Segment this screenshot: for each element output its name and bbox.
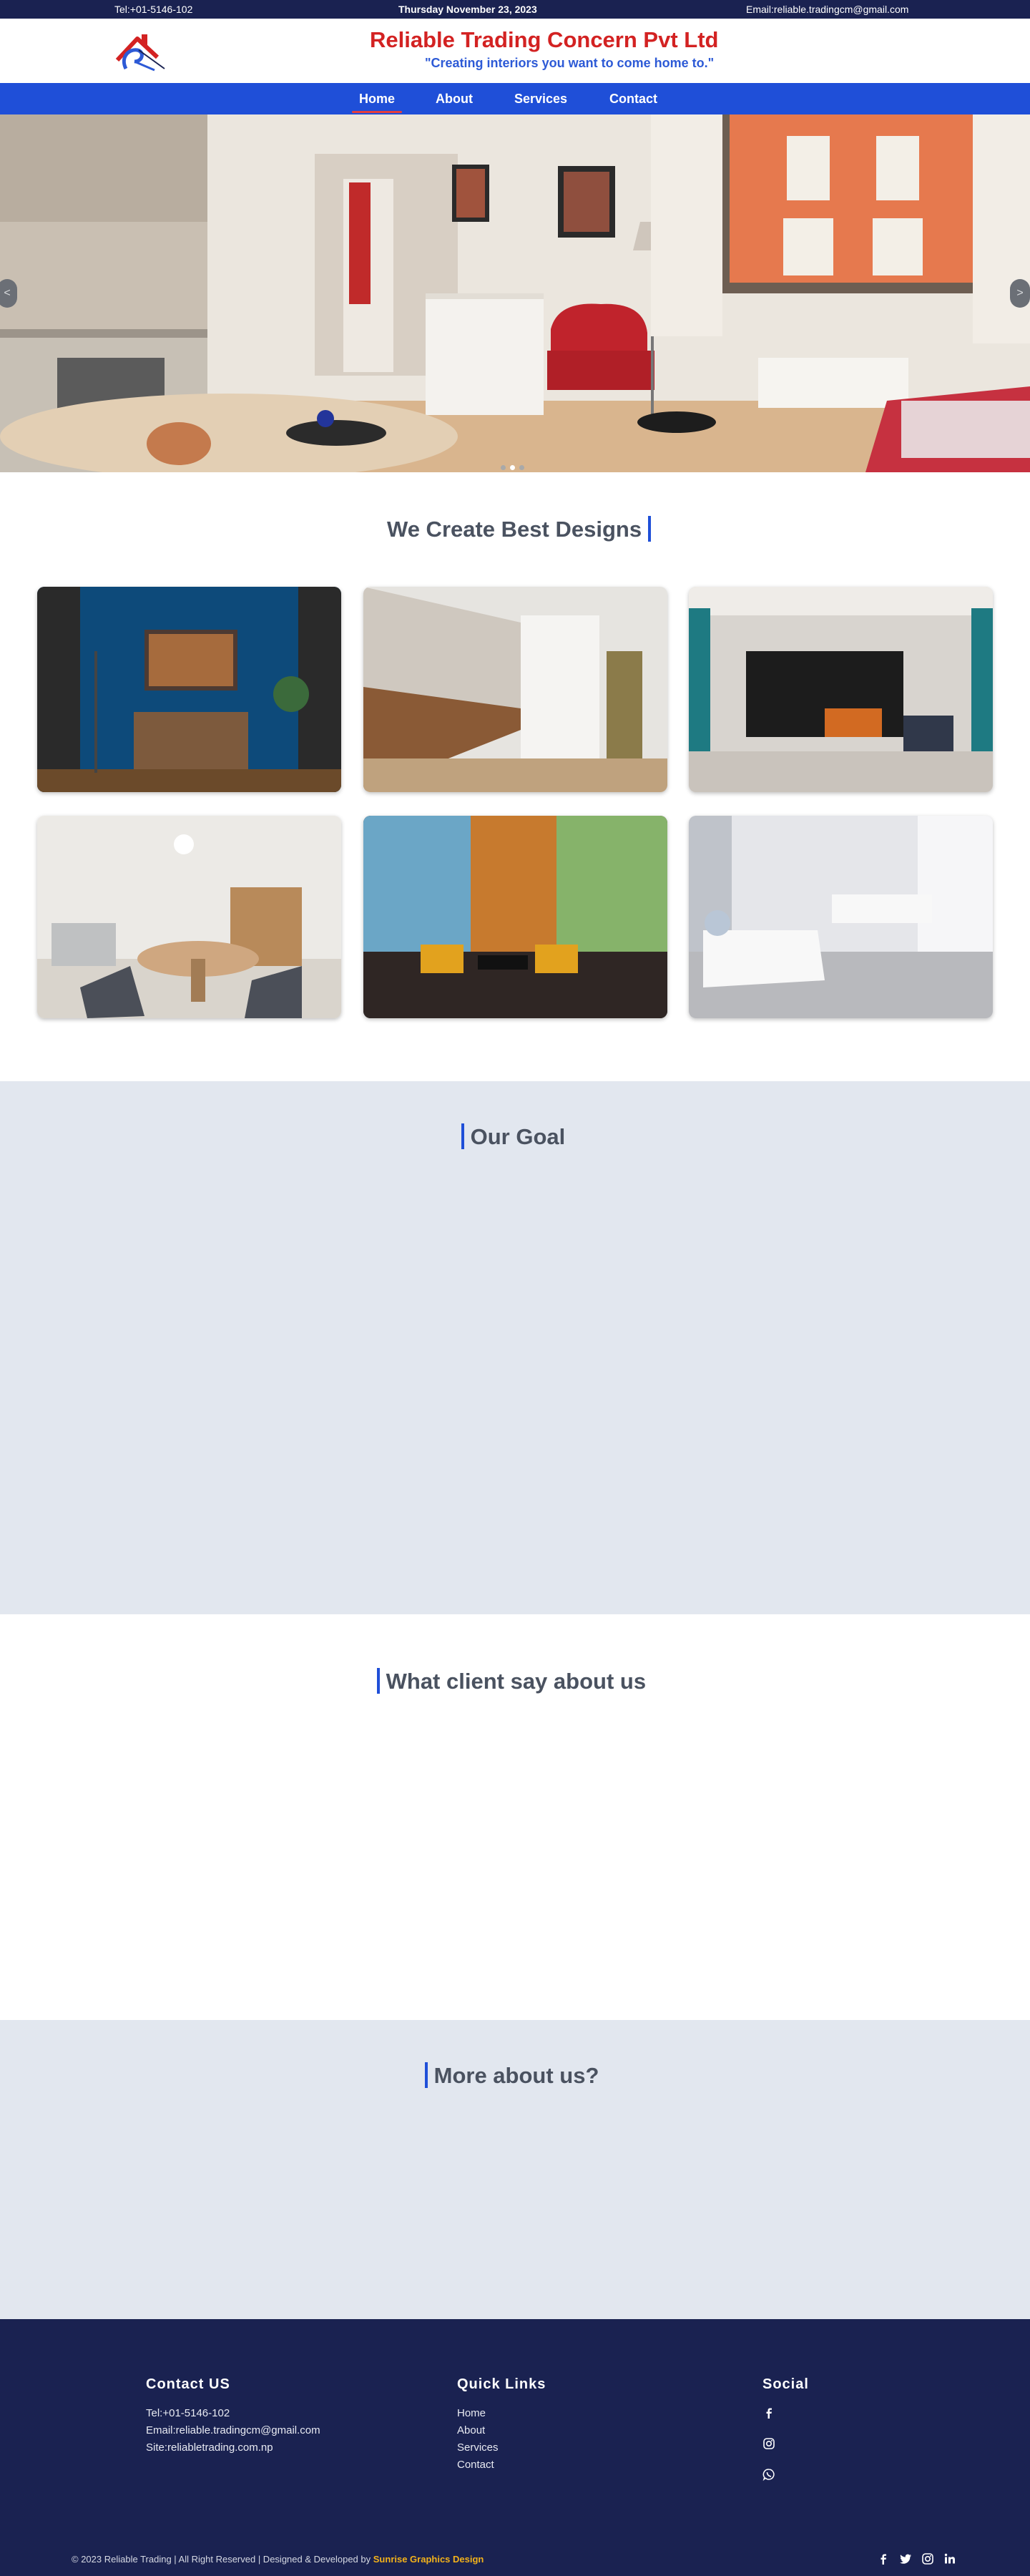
slider-dots	[501, 461, 529, 472]
hero-slide-image	[0, 114, 1030, 472]
footer-link-home[interactable]: Home	[457, 2407, 486, 2419]
copyright-label: © 2023 Reliable Trading | All Right Rese…	[72, 2554, 371, 2565]
heading-accent-bar	[425, 2062, 428, 2088]
footer-link-about[interactable]: About	[457, 2424, 485, 2436]
designs-heading: We Create Best Designs	[387, 515, 651, 542]
footer-link-services[interactable]: Services	[457, 2441, 499, 2454]
slider-prev-button[interactable]: <	[0, 279, 17, 308]
footer-social-heading: Social	[762, 2376, 809, 2392]
design-image	[689, 587, 993, 792]
top-bar: Tel:+01-5146-102 Thursday November 23, 2…	[0, 0, 1030, 19]
facebook-icon[interactable]	[877, 2552, 890, 2565]
goal-section: Our Goal	[0, 1081, 1030, 1614]
heading-accent-bar	[377, 1667, 380, 1694]
slider-dot[interactable]	[519, 465, 524, 470]
slider-next-button[interactable]: >	[1010, 279, 1030, 308]
copyright-text: © 2023 Reliable Trading | All Right Rese…	[72, 2554, 484, 2565]
goal-heading-text: Our Goal	[470, 1124, 566, 1149]
site-title: Reliable Trading Concern Pvt Ltd	[370, 27, 719, 52]
slider-dot-active[interactable]	[510, 465, 515, 470]
design-card[interactable]	[689, 816, 993, 1018]
instagram-icon[interactable]	[762, 2437, 775, 2450]
nav-services[interactable]: Services	[514, 92, 567, 107]
nav-about[interactable]: About	[436, 92, 473, 107]
design-card[interactable]	[37, 587, 341, 792]
site-header: Reliable Trading Concern Pvt Ltd "Creati…	[0, 19, 1030, 83]
goal-heading: Our Goal	[461, 1123, 566, 1150]
whatsapp-icon[interactable]	[762, 2468, 775, 2481]
design-image	[363, 816, 667, 1018]
house-roof-logo[interactable]	[113, 29, 170, 73]
top-phone: Tel:+01-5146-102	[114, 4, 193, 15]
testimonials-heading: What client say about us	[377, 1667, 647, 1694]
design-image	[37, 587, 341, 792]
hero-slider: < >	[0, 114, 1030, 472]
linkedin-icon[interactable]	[943, 2552, 956, 2565]
site-slogan: "Creating interiors you want to come hom…	[425, 56, 715, 70]
footer-link-contact[interactable]: Contact	[457, 2459, 494, 2471]
main-nav: Home About Services Contact	[0, 83, 1030, 114]
designs-heading-text: We Create Best Designs	[387, 517, 642, 542]
heading-accent-bar	[461, 1123, 464, 1149]
design-image	[689, 816, 993, 1018]
design-card[interactable]	[363, 587, 667, 792]
testimonials-heading-text: What client say about us	[386, 1669, 647, 1694]
footer-contact-heading: Contact US	[146, 2376, 230, 2392]
twitter-icon[interactable]	[899, 2552, 912, 2565]
heading-accent-bar	[647, 515, 651, 542]
footer-email[interactable]: Email:reliable.tradingcm@gmail.com	[146, 2424, 320, 2436]
site-footer: Contact US Tel:+01-5146-102 Email:reliab…	[0, 2319, 1030, 2576]
developer-link[interactable]: Sunrise Graphics Design	[373, 2554, 484, 2565]
footer-phone: Tel:+01-5146-102	[146, 2407, 230, 2419]
nav-contact[interactable]: Contact	[609, 92, 657, 107]
facebook-icon[interactable]	[762, 2406, 775, 2419]
nav-home[interactable]: Home	[351, 92, 403, 113]
design-image	[363, 587, 667, 792]
instagram-icon[interactable]	[921, 2552, 934, 2565]
more-heading: More about us?	[425, 2062, 599, 2089]
more-heading-text: More about us?	[433, 2063, 599, 2088]
top-email[interactable]: Email:reliable.tradingcm@gmail.com	[746, 4, 908, 15]
footer-site[interactable]: Site:reliabletrading.com.np	[146, 2441, 273, 2454]
slider-dot[interactable]	[501, 465, 506, 470]
design-card[interactable]	[37, 816, 341, 1018]
design-image	[37, 816, 341, 1018]
more-about-section: More about us?	[0, 2020, 1030, 2319]
top-date: Thursday November 23, 2023	[398, 4, 537, 15]
footer-links-heading: Quick Links	[457, 2376, 546, 2392]
design-card[interactable]	[689, 587, 993, 792]
design-card[interactable]	[363, 816, 667, 1018]
